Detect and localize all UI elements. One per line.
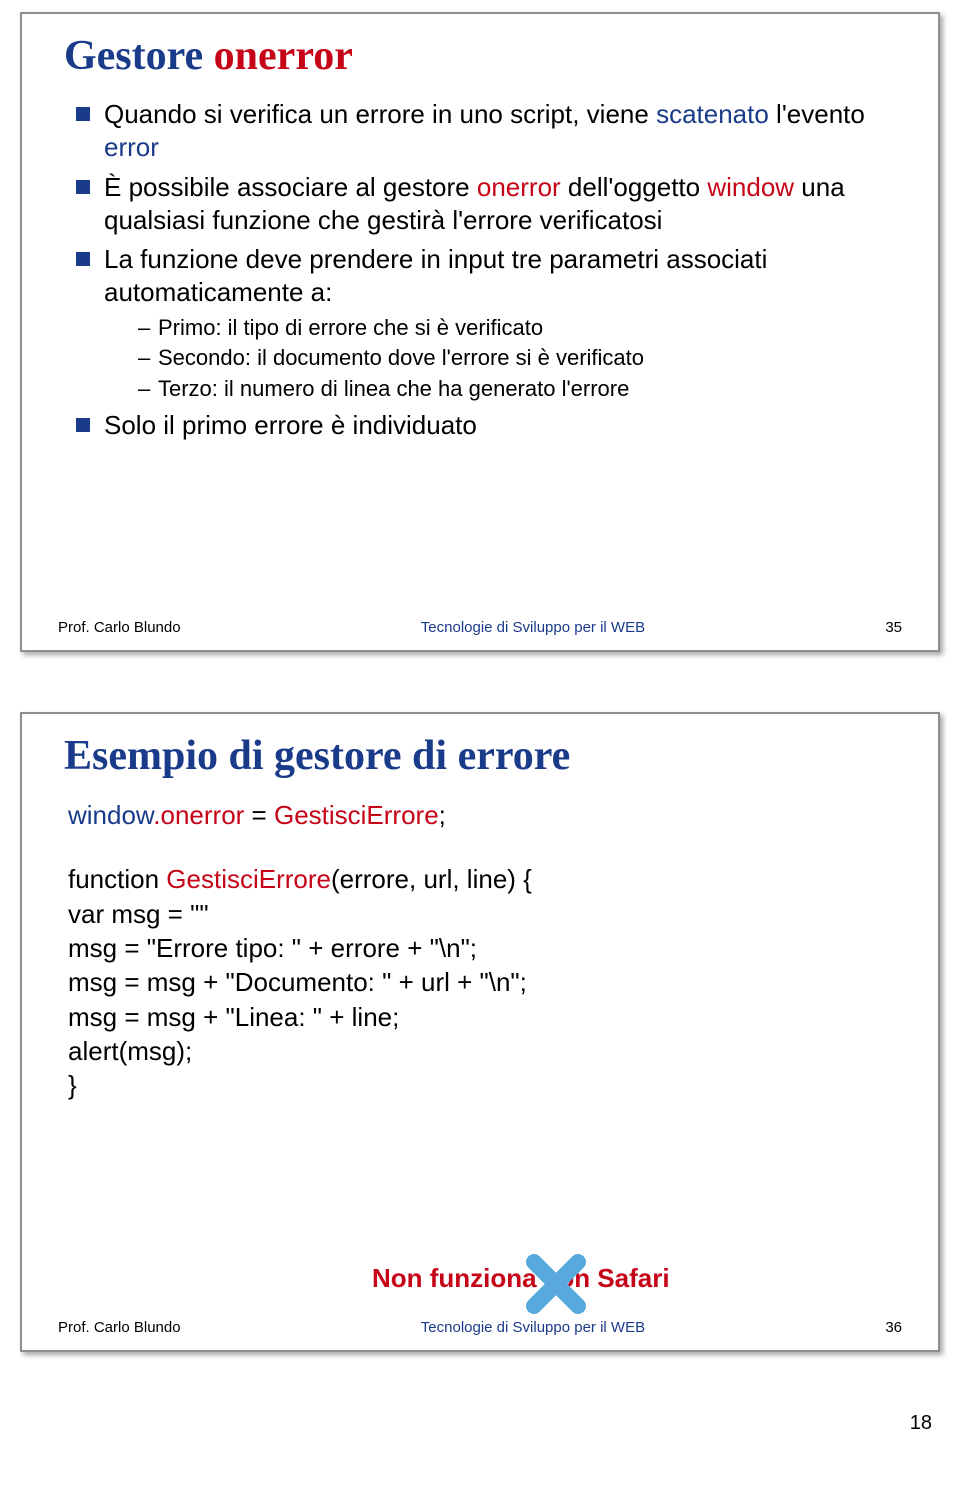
text: È possibile associare al gestore — [104, 172, 477, 202]
kw: GestisciErrore — [166, 864, 331, 894]
code-line: msg = "Errore tipo: " + errore + "\n"; — [68, 931, 902, 965]
title-text: Gestore — [64, 33, 214, 79]
keyword: scatenato — [656, 99, 769, 129]
keyword: error — [104, 132, 159, 162]
page-number: 18 — [20, 1412, 940, 1435]
sub-list: Primo: il tipo di errore che si è verifi… — [104, 314, 902, 404]
page: Gestore onerror Quando si verifica un er… — [0, 0, 960, 1441]
footer-center: Tecnologie di Sviluppo per il WEB — [181, 1319, 886, 1336]
text: ; — [439, 800, 446, 830]
bullet-item: Solo il primo errore è individuato — [76, 409, 902, 442]
text: l'evento — [769, 99, 865, 129]
footer-pagenum: 35 — [885, 619, 902, 636]
code-line: msg = msg + "Documento: " + url + "\n"; — [68, 965, 902, 999]
kw: .onerror — [153, 800, 244, 830]
footer-pagenum: 36 — [885, 1319, 902, 1336]
keyword: onerror — [477, 172, 561, 202]
bullet-item: La funzione deve prendere in input tre p… — [76, 243, 902, 403]
bullet-item: Quando si verifica un errore in uno scri… — [76, 98, 902, 165]
kw: GestisciErrore — [274, 800, 439, 830]
text: dell'oggetto — [561, 172, 708, 202]
slide-footer: Prof. Carlo Blundo Tecnologie di Svilupp… — [58, 1319, 902, 1336]
text: La funzione deve prendere in input tre p… — [104, 244, 767, 307]
slide-title: Gestore onerror — [64, 32, 902, 80]
sub-item: Secondo: il documento dove l'errore si è… — [138, 344, 902, 373]
slide-title: Esempio di gestore di errore — [64, 732, 902, 780]
text: Solo il primo errore è individuato — [104, 410, 477, 440]
code-block: window.onerror = GestisciErrore; functio… — [58, 798, 902, 1103]
code-line: alert(msg); — [68, 1034, 902, 1068]
code-line: } — [68, 1068, 902, 1102]
text: function — [68, 864, 166, 894]
title-accent: onerror — [214, 33, 353, 79]
text: Quando si verifica un errore in uno scri… — [104, 99, 656, 129]
slide-footer: Prof. Carlo Blundo Tecnologie di Svilupp… — [58, 619, 902, 636]
keyword: window — [707, 172, 794, 202]
slide-36: Esempio di gestore di errore window.oner… — [20, 712, 940, 1352]
footer-left: Prof. Carlo Blundo — [58, 1319, 181, 1336]
kw: window — [68, 800, 153, 830]
code-line: window.onerror = GestisciErrore; — [68, 798, 902, 832]
footer-center: Tecnologie di Sviluppo per il WEB — [181, 619, 886, 636]
slide-35: Gestore onerror Quando si verifica un er… — [20, 12, 940, 652]
bullet-list: Quando si verifica un errore in uno scri… — [58, 98, 902, 443]
safari-note: Non funziona con Safari — [372, 1263, 670, 1294]
code-line: msg = msg + "Linea: " + line; — [68, 1000, 902, 1034]
bullet-item: È possibile associare al gestore onerror… — [76, 171, 902, 238]
footer-left: Prof. Carlo Blundo — [58, 619, 181, 636]
text: (errore, url, line) { — [331, 864, 532, 894]
spacer — [68, 832, 902, 862]
code-line: var msg = "" — [68, 897, 902, 931]
code-line: function GestisciErrore(errore, url, lin… — [68, 862, 902, 896]
sub-item: Primo: il tipo di errore che si è verifi… — [138, 314, 902, 343]
sub-item: Terzo: il numero di linea che ha generat… — [138, 375, 902, 404]
text: = — [244, 800, 274, 830]
